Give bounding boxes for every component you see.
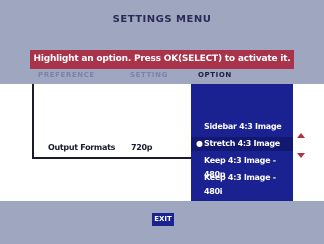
option-popup: Sidebar 4:3 Image ● Stretch 4:3 Image Ke… [191, 84, 293, 201]
tree-line-horizontal [32, 157, 192, 159]
tree-line-vertical [32, 84, 34, 158]
scroll-up-arrow-icon[interactable] [297, 133, 305, 138]
tab-option[interactable]: OPTION [198, 71, 232, 79]
selected-bullet-icon: ● [196, 139, 203, 148]
tab-setting[interactable]: SETTING [130, 71, 168, 79]
option-keep-4-3-480p[interactable]: Keep 4:3 Image - 480p [191, 154, 293, 179]
option-stretch-4-3[interactable]: ● Stretch 4:3 Image [191, 137, 293, 151]
exit-button[interactable]: EXIT [152, 213, 174, 226]
settings-screen: SETTINGS MENU Highlight an option. Press… [0, 0, 324, 244]
option-sidebar-4-3[interactable]: Sidebar 4:3 Image [191, 120, 293, 134]
option-label: Stretch 4:3 Image [204, 139, 280, 148]
menu-tabs: PREFERENCE SETTING OPTION [30, 70, 294, 83]
output-formats-label[interactable]: Output Formats [48, 143, 115, 152]
instruction-bar: Highlight an option. Press OK(SELECT) to… [30, 50, 294, 69]
scroll-down-arrow-icon[interactable] [297, 153, 305, 158]
option-label: Keep 4:3 Image - 480i [204, 173, 276, 196]
option-keep-4-3-480i[interactable]: Keep 4:3 Image - 480i [191, 171, 293, 196]
output-formats-value: 720p [131, 143, 153, 152]
tab-preference[interactable]: PREFERENCE [38, 71, 95, 79]
option-label: Sidebar 4:3 Image [204, 122, 282, 131]
menu-title: SETTINGS MENU [112, 14, 212, 25]
